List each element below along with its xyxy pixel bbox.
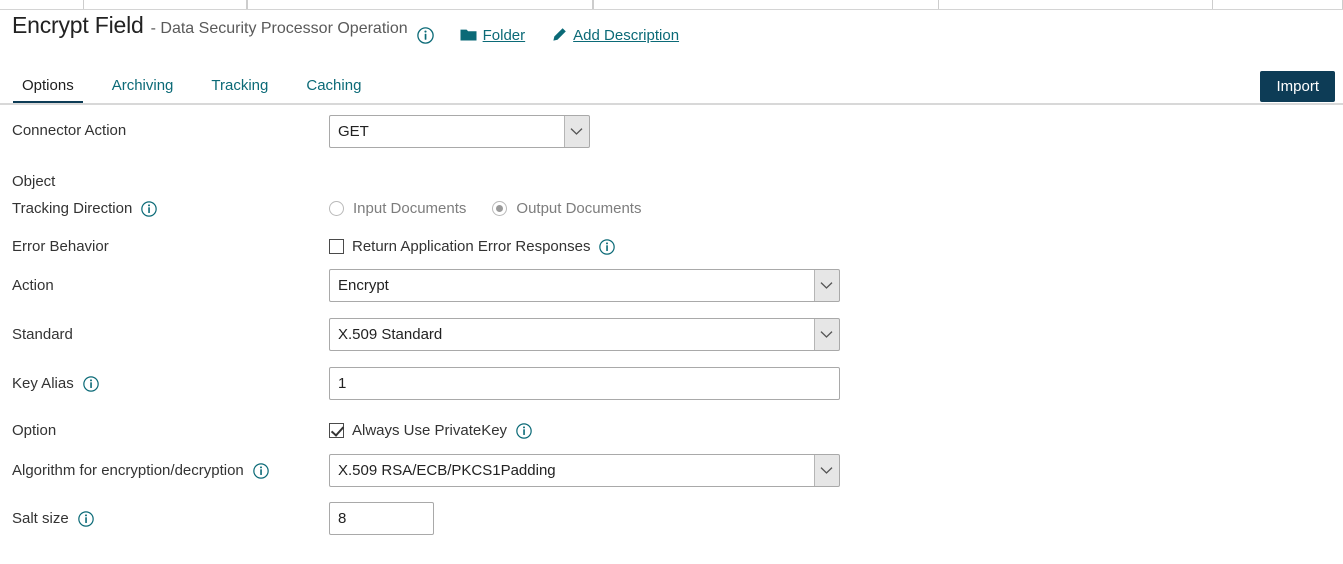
error-behavior-label: Error Behavior (12, 238, 109, 255)
operation-config-page: Encrypt Field - Data Security Processor … (0, 0, 1343, 564)
tab-strip-divider (0, 9, 1343, 10)
connector-action-select[interactable]: GET (329, 115, 590, 148)
action-control: Encrypt (329, 269, 840, 302)
error-behavior-control: Return Application Error Responses (329, 238, 616, 255)
key-alias-label-cell: Key Alias (12, 375, 99, 392)
key-alias-label: Key Alias (12, 375, 74, 392)
algorithm-label-cell: Algorithm for encryption/decryption (12, 462, 269, 479)
checkbox-return-application-error-responses[interactable]: Return Application Error Responses (329, 238, 616, 255)
radio-input-documents[interactable]: Input Documents (329, 200, 466, 217)
checkbox-icon (329, 423, 344, 438)
radio-icon (492, 201, 508, 216)
folder-link-label: Folder (482, 26, 526, 44)
tracking-direction-label: Tracking Direction (12, 200, 133, 217)
tab-tracking[interactable]: Tracking (211, 77, 268, 104)
tab-bar: Options Archiving Tracking Caching (0, 66, 1343, 104)
algorithm-label: Algorithm for encryption/decryption (12, 462, 244, 479)
standard-select-wrap: X.509 Standard (329, 318, 840, 351)
tab-bar-divider (0, 103, 1343, 105)
folder-link[interactable]: Folder (460, 26, 526, 44)
object-label: Object (12, 173, 56, 190)
page-subtitle: - Data Security Processor Operation (150, 20, 408, 37)
tab-archiving[interactable]: Archiving (112, 77, 174, 104)
info-icon[interactable] (416, 26, 434, 44)
tracking-direction-label-cell: Tracking Direction (12, 200, 158, 217)
pencil-icon (551, 27, 567, 43)
checkbox-icon (329, 239, 344, 254)
salt-size-control (329, 502, 434, 535)
action-select[interactable]: Encrypt (329, 269, 840, 302)
algorithm-control: X.509 RSA/ECB/PKCS1Padding (329, 454, 840, 487)
connector-action-control: GET (329, 115, 590, 148)
connector-action-label: Connector Action (12, 122, 127, 139)
radio-output-documents-label: Output Documents (516, 200, 642, 217)
key-alias-control (329, 367, 840, 400)
salt-size-label-cell: Salt size (12, 510, 94, 527)
action-label: Action (12, 277, 54, 294)
checkbox-always-use-privatekey[interactable]: Always Use PrivateKey (329, 422, 532, 439)
radio-input-documents-label: Input Documents (353, 200, 467, 217)
standard-label-cell: Standard (12, 326, 73, 343)
option-control: Always Use PrivateKey (329, 422, 532, 439)
algorithm-select[interactable]: X.509 RSA/ECB/PKCS1Padding (329, 454, 840, 487)
connector-action-label-cell: Connector Action (12, 122, 126, 139)
page-title: Encrypt Field (12, 12, 144, 38)
tracking-direction-control: Input Documents Output Documents (329, 200, 667, 217)
tab-caching[interactable]: Caching (306, 77, 361, 104)
info-icon[interactable] (253, 462, 269, 479)
tab-options[interactable]: Options (13, 77, 83, 104)
action-label-cell: Action (12, 277, 54, 294)
option-label: Option (12, 422, 57, 439)
info-icon[interactable] (82, 375, 99, 392)
info-icon[interactable] (516, 422, 532, 439)
key-alias-input[interactable] (329, 367, 840, 400)
error-behavior-label-cell: Error Behavior (12, 238, 109, 255)
add-description-link[interactable]: Add Description (551, 27, 679, 44)
add-description-label: Add Description (573, 26, 680, 44)
radio-icon (329, 201, 344, 216)
page-header: Encrypt Field - Data Security Processor … (0, 12, 1343, 58)
standard-control: X.509 Standard (329, 318, 840, 351)
algorithm-select-wrap: X.509 RSA/ECB/PKCS1Padding (329, 454, 840, 487)
object-label-cell: Object (12, 173, 55, 190)
standard-select[interactable]: X.509 Standard (329, 318, 840, 351)
info-icon[interactable] (599, 238, 616, 255)
action-select-wrap: Encrypt (329, 269, 840, 302)
radio-output-documents[interactable]: Output Documents (492, 200, 641, 217)
info-icon[interactable] (141, 200, 158, 217)
window-tab-strip (0, 0, 1343, 10)
salt-size-label: Salt size (12, 510, 69, 527)
salt-size-input[interactable] (329, 502, 434, 535)
import-button[interactable]: Import (1260, 71, 1335, 102)
checkbox-always-use-privatekey-label: Always Use PrivateKey (352, 422, 508, 439)
folder-icon (460, 28, 477, 42)
option-label-cell: Option (12, 422, 56, 439)
standard-label: Standard (12, 326, 73, 343)
info-icon[interactable] (77, 510, 94, 527)
connector-action-select-wrap: GET (329, 115, 590, 148)
checkbox-return-application-error-responses-label: Return Application Error Responses (352, 238, 591, 255)
